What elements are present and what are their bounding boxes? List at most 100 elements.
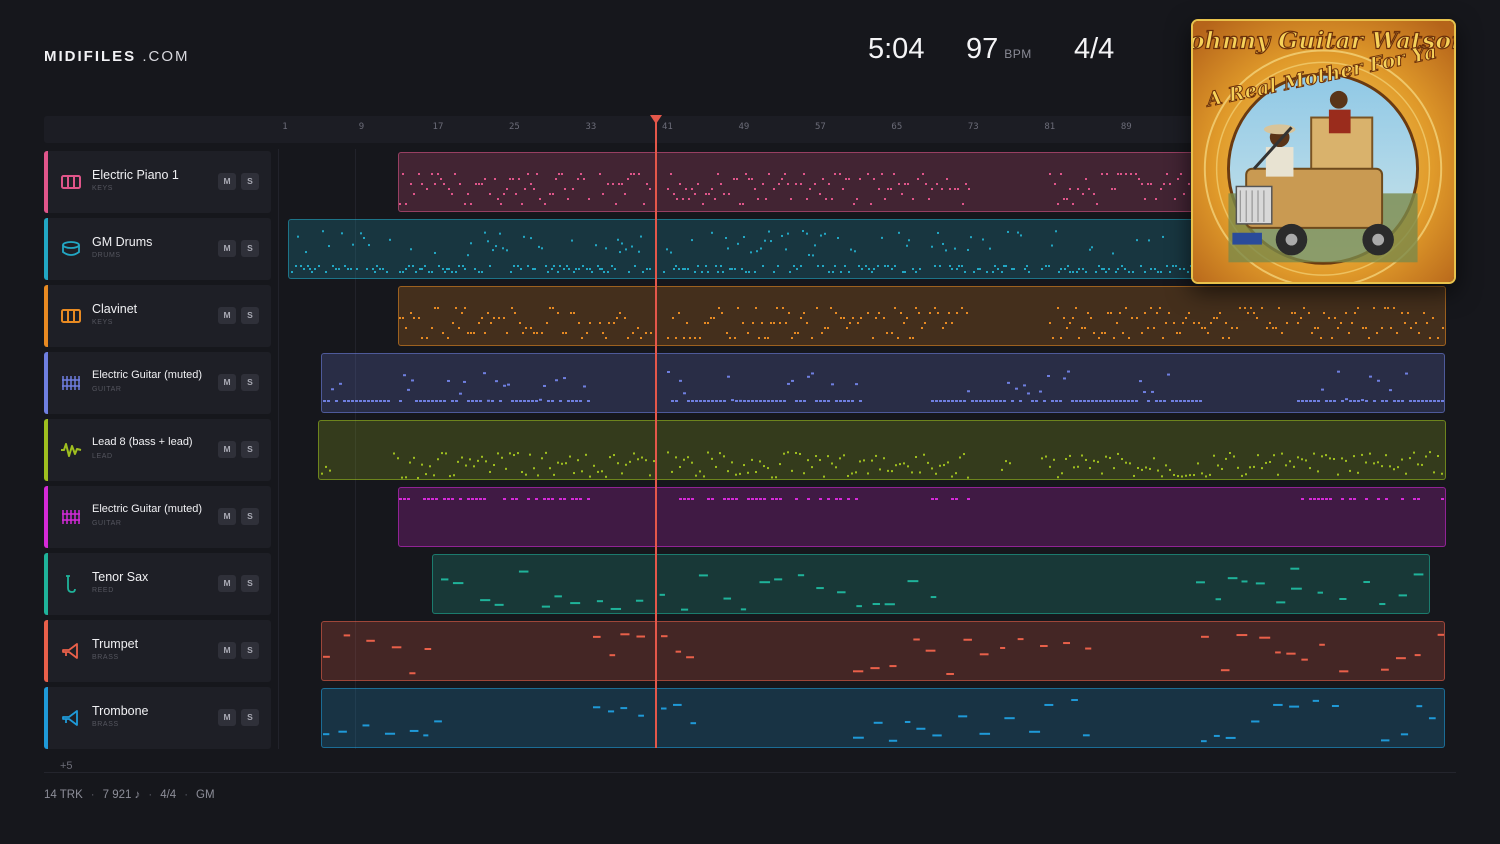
midi-note [1376,332,1378,334]
midi-note [1029,730,1041,733]
midi-note [822,265,824,267]
solo-button[interactable]: S [241,508,259,525]
midi-note [1075,307,1077,309]
midi-note [434,307,436,309]
track-header[interactable]: Trumpet BRASS M S [44,620,271,682]
midi-note [295,265,297,267]
midi-note [1063,377,1066,380]
midi-note [403,374,406,377]
midi-note [459,498,462,500]
mute-button[interactable]: M [218,240,236,257]
midi-note [1137,467,1139,470]
midi-clip[interactable] [398,487,1446,547]
midi-note [1425,400,1428,402]
mute-button[interactable]: M [218,508,236,525]
midi-note [959,400,962,402]
track-header[interactable]: Clavinet KEYS M S [44,285,271,347]
midi-note [1179,400,1182,402]
mute-button[interactable]: M [218,374,236,391]
solo-button[interactable]: S [241,441,259,458]
midi-clip[interactable] [321,688,1445,748]
mute-button[interactable]: M [218,575,236,592]
midi-note [1236,634,1248,637]
midi-clip[interactable] [432,554,1430,614]
mute-button[interactable]: M [218,173,236,190]
ruler-tick: 1 [282,122,288,132]
solo-button[interactable]: S [241,575,259,592]
midi-note [1077,188,1079,190]
mute-button[interactable]: M [218,441,236,458]
brand-logo[interactable]: MIDIFILES .COM [44,48,190,65]
playhead-line[interactable] [655,122,657,748]
midi-note [321,472,323,475]
track-header[interactable]: Trombone BRASS M S [44,687,271,749]
midi-note [894,265,896,267]
midi-note [932,734,942,737]
midi-clip[interactable] [321,621,1445,681]
midi-note [963,453,965,456]
drum-icon [60,239,82,259]
midi-note [452,322,454,324]
midi-note [670,173,672,175]
midi-note [575,268,577,270]
track-header[interactable]: Lead 8 (bass + lead) LEAD M S [44,419,271,481]
midi-note [726,332,728,334]
midi-note [1275,327,1277,329]
midi-note [521,203,523,205]
midi-note [839,457,841,460]
midi-note [1071,400,1074,402]
midi-note [1183,193,1185,195]
mute-button[interactable]: M [218,307,236,324]
mute-button[interactable]: M [218,709,236,726]
track-header[interactable]: GM Drums DRUMS M S [44,218,271,280]
ruler-tick: 25 [509,122,520,132]
solo-button[interactable]: S [241,709,259,726]
solo-button[interactable]: S [241,307,259,324]
more-tracks-indicator[interactable]: +5 [60,760,73,772]
track-header[interactable]: Electric Guitar (muted) GUITAR M S [44,486,271,548]
midi-clip[interactable] [321,353,1445,413]
track-header[interactable]: Electric Guitar (muted) GUITAR M S [44,352,271,414]
solo-button[interactable]: S [241,642,259,659]
midi-note [1055,400,1058,402]
midi-note [303,268,305,270]
midi-note [783,400,786,402]
midi-note [1163,400,1166,402]
mute-button[interactable]: M [218,642,236,659]
midi-note [483,498,486,500]
midi-note [1175,400,1178,402]
midi-note [721,312,723,314]
midi-note [1147,400,1150,402]
midi-note [566,265,568,267]
midi-note [727,247,729,250]
midi-note [494,603,504,606]
midi-note [363,236,365,239]
solo-button[interactable]: S [241,173,259,190]
midi-note [1177,178,1179,180]
midi-note [883,457,885,460]
midi-note [1381,400,1384,402]
midi-note [1286,652,1296,655]
midi-note [637,458,639,461]
midi-note [737,242,739,245]
midi-note [1103,400,1106,402]
solo-button[interactable]: S [241,240,259,257]
midi-note [937,312,939,314]
midi-note [541,332,543,334]
midi-note [747,471,749,474]
midi-note [535,498,538,500]
note-pattern [399,498,1444,500]
midi-note [535,400,538,402]
midi-note [939,464,941,467]
midi-clip[interactable] [318,420,1446,480]
midi-note [458,265,460,267]
midi-note [1185,317,1187,319]
midi-clip[interactable] [398,286,1446,346]
midi-note [1276,601,1286,604]
midi-note [442,268,444,270]
track-header[interactable]: Tenor Sax REED M S [44,553,271,615]
track-header[interactable]: Electric Piano 1 KEYS M S [44,151,271,213]
midi-note [462,265,464,267]
solo-button[interactable]: S [241,374,259,391]
midi-note [1221,467,1223,470]
